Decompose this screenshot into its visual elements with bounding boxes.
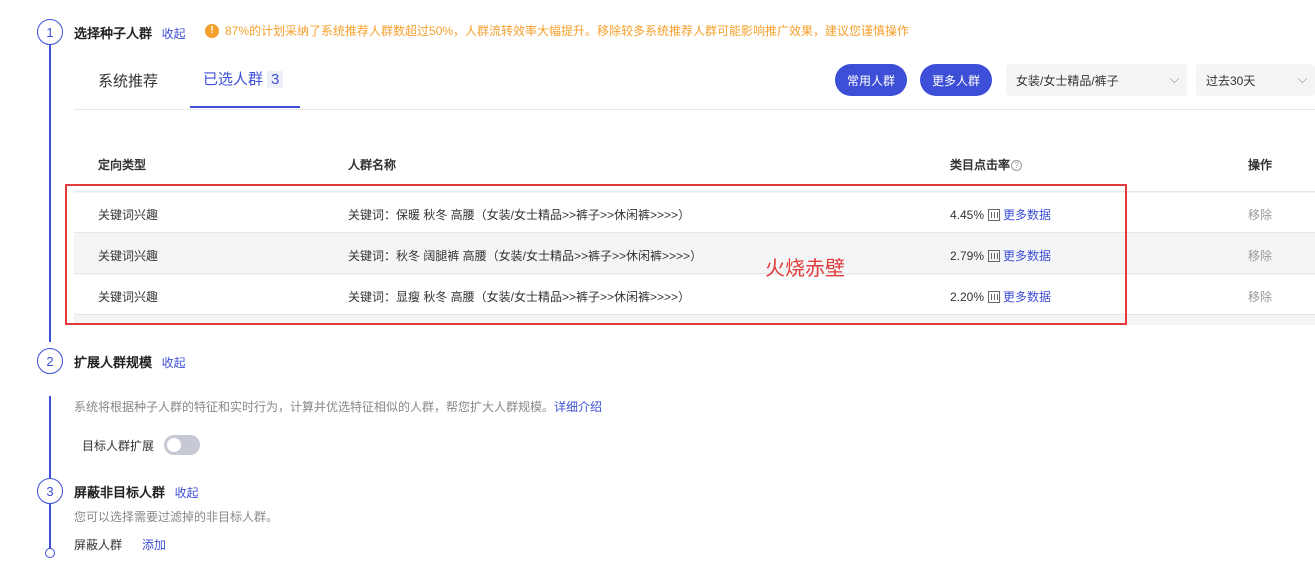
step-2-title: 扩展人群规模 收起 (74, 352, 186, 371)
tab-label: 系统推荐 (98, 73, 159, 90)
header-ctr: 类目点击率? (950, 156, 1023, 173)
step-3-collapse-link[interactable]: 收起 (175, 486, 199, 500)
step-1-title-text: 选择种子人群 (74, 26, 153, 41)
add-block-audience-link[interactable]: 添加 (142, 536, 166, 553)
warning-text: 87%的计划采纳了系统推荐人群数超过50%，人群流转效率大幅提升。移除较多系统推… (225, 24, 910, 38)
step-3-title-text: 屏蔽非目标人群 (74, 485, 166, 500)
step-2-collapse-link[interactable]: 收起 (162, 356, 186, 370)
step-line (49, 504, 51, 549)
warning-icon: ! (205, 23, 219, 38)
step-1-collapse-link[interactable]: 收起 (162, 27, 186, 41)
header-ctr-text: 类目点击率 (950, 158, 1011, 172)
step-3-number: 3 (37, 478, 63, 504)
remove-button[interactable]: 移除 (1248, 288, 1272, 305)
highlight-box (65, 184, 1127, 325)
step-1-title: 选择种子人群 收起 (74, 23, 186, 42)
category-select-value: 女装/女士精品/裤子 (1016, 73, 1119, 88)
step-line (49, 396, 51, 478)
step-2-title-text: 扩展人群规模 (74, 355, 153, 370)
block-audience-label: 屏蔽人群 (74, 538, 123, 552)
tab-system-recommend[interactable]: 系统推荐 (98, 70, 158, 91)
time-range-select-value: 过去30天 (1206, 73, 1256, 88)
time-range-select[interactable]: 过去30天 ⌵ (1196, 64, 1315, 96)
more-audience-button[interactable]: 更多人群 (920, 64, 992, 96)
step-3-title: 屏蔽非目标人群 收起 (74, 482, 199, 501)
category-select[interactable]: 女装/女士精品/裤子 ⌵ (1006, 64, 1187, 96)
step-line (49, 45, 51, 342)
table-header: 定向类型 人群名称 类目点击率? 操作 (74, 130, 1315, 192)
step-2-description: 系统将根据种子人群的特征和实时行为，计算并优选特征相似的人群，帮您扩大人群规模。… (74, 398, 602, 415)
step-2-description-text: 系统将根据种子人群的特征和实时行为，计算并优选特征相似的人群，帮您扩大人群规模。 (74, 400, 555, 414)
toggle-knob (167, 438, 181, 452)
tab-selected-audiences[interactable]: 已选人群 3 (203, 68, 284, 89)
step-2-number: 2 (37, 348, 63, 374)
step-3-description: 您可以选择需要过滤掉的非目标人群。 (74, 510, 279, 524)
header-name: 人群名称 (348, 158, 397, 172)
tab-count-badge: 3 (267, 71, 284, 88)
header-ops: 操作 (1248, 158, 1273, 172)
target-expansion-toggle[interactable] (164, 435, 200, 455)
tabs-divider (74, 109, 1315, 110)
warning-notice: ! 87%的计划采纳了系统推荐人群数超过50%，人群流转效率大幅提升。移除较多系… (205, 22, 909, 39)
remove-button[interactable]: 移除 (1248, 247, 1272, 264)
chevron-down-icon: ⌵ (1297, 72, 1307, 86)
common-audience-button[interactable]: 常用人群 (835, 64, 907, 96)
step-end-dot (45, 548, 55, 558)
chevron-down-icon: ⌵ (1169, 72, 1179, 86)
header-type: 定向类型 (98, 158, 147, 172)
remove-button[interactable]: 移除 (1248, 206, 1272, 223)
tab-label: 已选人群 (203, 71, 264, 88)
step-1-number: 1 (37, 19, 63, 45)
watermark-text: 火烧赤壁 (765, 258, 845, 280)
detail-intro-link[interactable]: 详细介绍 (554, 400, 602, 414)
help-icon[interactable]: ? (1011, 160, 1023, 171)
toggle-label: 目标人群扩展 (82, 439, 155, 453)
active-tab-indicator (190, 106, 300, 108)
